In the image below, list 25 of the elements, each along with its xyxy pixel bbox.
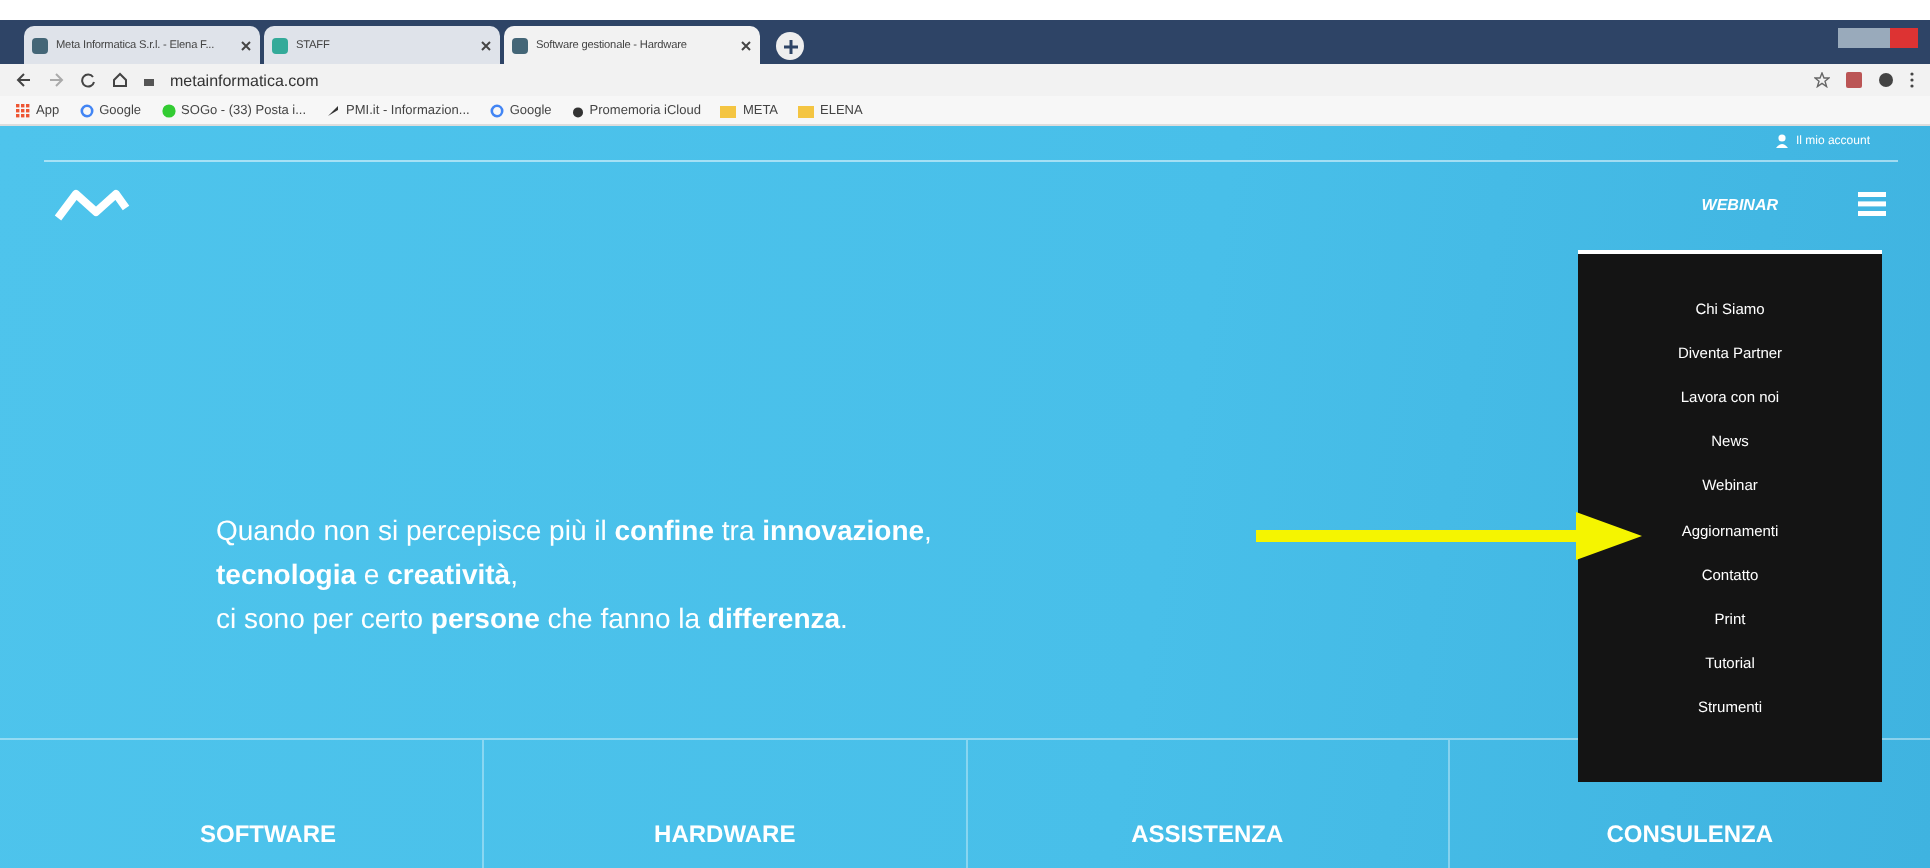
- hero-text: tecnologia e creatività,: [216, 558, 518, 590]
- address-field[interactable]: metainformatica.com: [170, 71, 319, 89]
- plus-icon: [783, 39, 797, 53]
- bookmark-dot-icon: [161, 103, 176, 117]
- reload-icon[interactable]: [80, 72, 96, 88]
- profile-icon[interactable]: [1878, 72, 1894, 88]
- hero-text: ci sono per certo persone che fanno la differenza.: [216, 602, 848, 634]
- back-arrow-icon[interactable]: [16, 72, 32, 88]
- tab-favicon-icon: [512, 37, 528, 53]
- tab-favicon-icon: [32, 37, 48, 53]
- user-icon: [1775, 134, 1788, 148]
- new-tab-button[interactable]: [776, 32, 804, 60]
- google-g-icon: [489, 103, 504, 117]
- home-icon[interactable]: [112, 72, 128, 88]
- tab-favicon-icon: [272, 37, 288, 53]
- google-g-icon: [79, 103, 94, 117]
- star-icon[interactable]: [1814, 72, 1830, 88]
- apps-grid-icon: [16, 103, 30, 117]
- close-icon[interactable]: [240, 39, 252, 51]
- hero-text: Quando non si percepisce più il confine tra innovazione,: [216, 514, 932, 546]
- close-icon[interactable]: [480, 39, 492, 51]
- folder-icon: [798, 103, 815, 117]
- close-icon[interactable]: [740, 39, 752, 51]
- folder-icon: [720, 103, 737, 117]
- arrow-icon: [1256, 512, 1642, 560]
